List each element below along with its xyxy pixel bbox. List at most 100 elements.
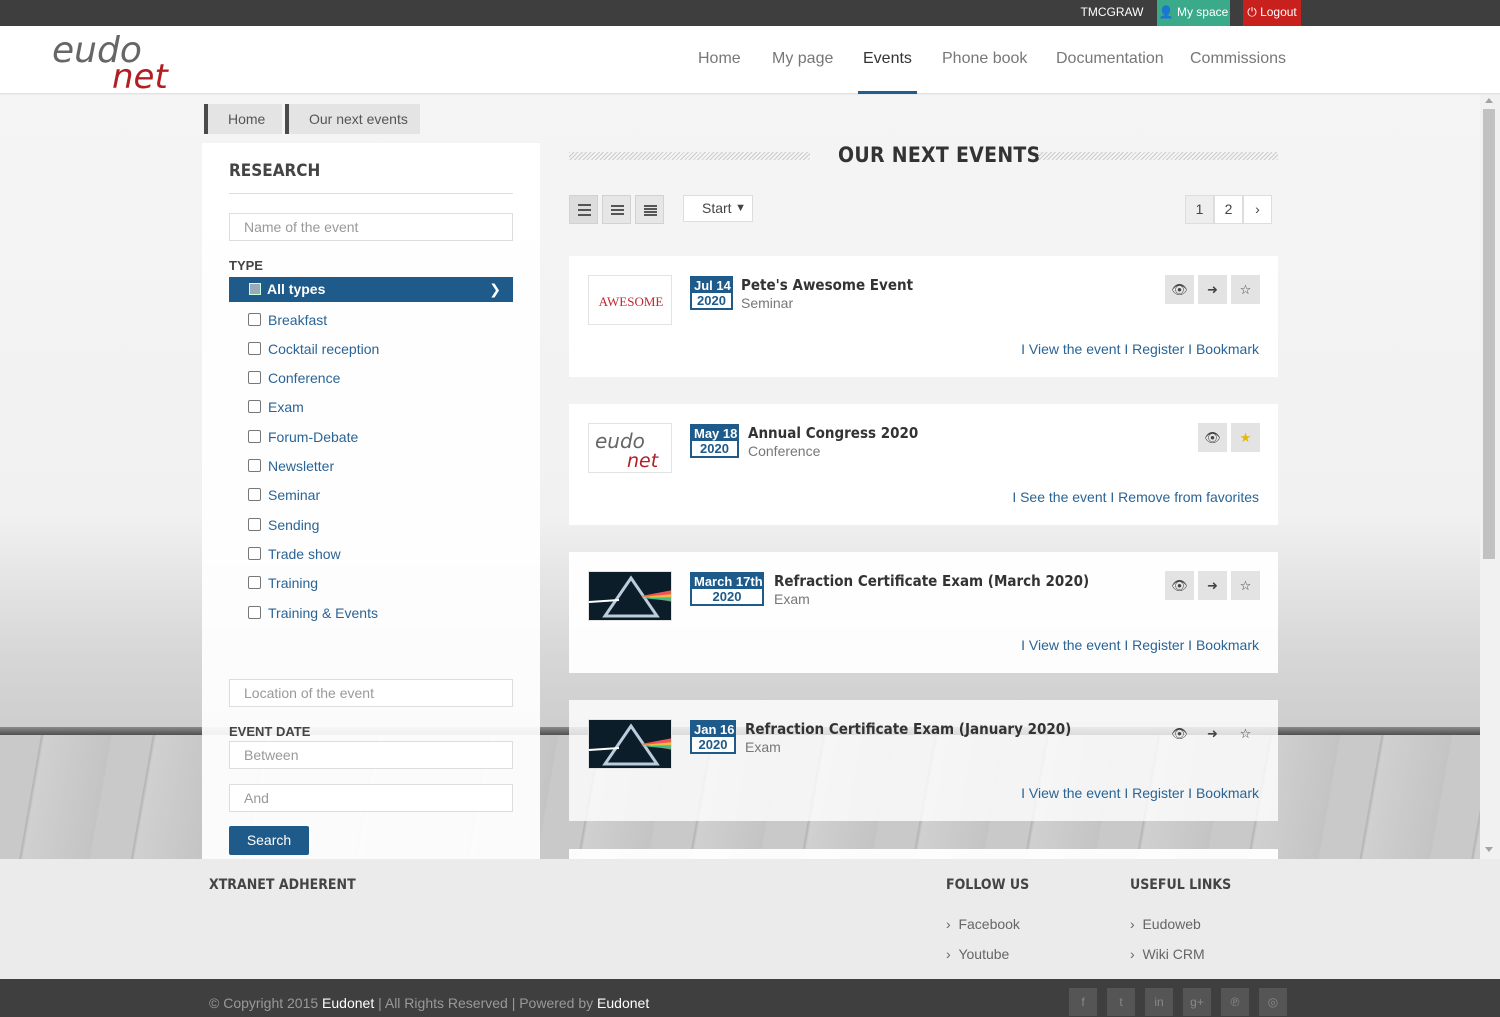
view-eye-icon[interactable]: 👁 bbox=[1165, 275, 1194, 304]
bookmark-star-icon[interactable]: ☆ bbox=[1231, 571, 1260, 600]
breadcrumb-home[interactable]: Home bbox=[204, 104, 282, 134]
my-space-button[interactable]: 👤 My space bbox=[1157, 0, 1230, 26]
event-name[interactable]: Refraction Certificate Exam (January 202… bbox=[745, 720, 1071, 738]
eudonet-link[interactable]: Eudonet bbox=[322, 995, 374, 1011]
register-icon[interactable]: ➜ bbox=[1198, 571, 1227, 600]
type-trade-show[interactable]: Trade show bbox=[248, 544, 341, 564]
checkbox-checked-icon[interactable] bbox=[249, 283, 261, 295]
register-icon[interactable]: ➜ bbox=[1198, 719, 1227, 748]
view-list-button[interactable] bbox=[602, 195, 631, 224]
scroll-up-icon[interactable] bbox=[1485, 98, 1493, 103]
see-event-link[interactable]: See the event bbox=[1020, 489, 1106, 505]
eudoweb-link[interactable]: › Eudoweb bbox=[1130, 916, 1201, 932]
checkbox-icon[interactable] bbox=[248, 371, 261, 384]
logo[interactable]: eudo net bbox=[50, 28, 180, 97]
facebook-link[interactable]: › Facebook bbox=[946, 916, 1020, 932]
nav-commissions[interactable]: Commissions bbox=[1190, 26, 1286, 94]
view-compact-button[interactable] bbox=[635, 195, 664, 224]
event-thumbnail[interactable]: AWESOME bbox=[588, 275, 672, 325]
event-name[interactable]: Pete's Awesome Event bbox=[741, 276, 913, 294]
bookmarked-star-icon[interactable]: ★ bbox=[1231, 423, 1260, 452]
logout-button[interactable]: ⏻ Logout bbox=[1243, 0, 1301, 26]
date-between-input[interactable]: Between bbox=[229, 741, 513, 769]
event-thumbnail[interactable] bbox=[588, 571, 672, 621]
bookmark-link[interactable]: Bookmark bbox=[1196, 785, 1259, 801]
facebook-icon[interactable]: f bbox=[1069, 988, 1097, 1016]
type-exam[interactable]: Exam bbox=[248, 397, 304, 417]
remove-favorites-link[interactable]: Remove from favorites bbox=[1118, 489, 1259, 505]
page-1[interactable]: 1 bbox=[1185, 195, 1214, 224]
checkbox-icon[interactable] bbox=[248, 518, 261, 531]
view-detailed-list-button[interactable] bbox=[569, 195, 598, 224]
event-type: Exam bbox=[774, 591, 810, 607]
checkbox-icon[interactable] bbox=[248, 606, 261, 619]
linkedin-icon[interactable]: in bbox=[1145, 988, 1173, 1016]
eudonet-powered-link[interactable]: Eudonet bbox=[597, 995, 649, 1011]
googleplus-icon[interactable]: g+ bbox=[1183, 988, 1211, 1016]
event-name[interactable]: Refraction Certificate Exam (March 2020) bbox=[774, 572, 1089, 590]
view-eye-icon[interactable]: 👁 bbox=[1165, 719, 1194, 748]
event-card: March 17th 2020 Refraction Certificate E… bbox=[569, 552, 1278, 673]
checkbox-icon[interactable] bbox=[248, 313, 261, 326]
nav-documentation[interactable]: Documentation bbox=[1056, 26, 1164, 94]
pinterest-icon[interactable]: ℗ bbox=[1221, 988, 1249, 1016]
event-links: I View the event I Register I Bookmark bbox=[1021, 785, 1259, 801]
event-thumbnail[interactable] bbox=[588, 719, 672, 769]
checkbox-icon[interactable] bbox=[248, 430, 261, 443]
type-newsletter[interactable]: Newsletter bbox=[248, 456, 334, 476]
register-link[interactable]: Register bbox=[1132, 785, 1184, 801]
type-sending[interactable]: Sending bbox=[248, 515, 319, 535]
nav-my-page[interactable]: My page bbox=[772, 26, 833, 94]
view-event-link[interactable]: View the event bbox=[1029, 637, 1121, 653]
checkbox-icon[interactable] bbox=[248, 547, 261, 560]
view-event-link[interactable]: View the event bbox=[1029, 785, 1121, 801]
chevron-right-icon: › bbox=[946, 946, 959, 962]
event-name-input[interactable]: Name of the event bbox=[229, 213, 513, 241]
type-forum-debate[interactable]: Forum-Debate bbox=[248, 427, 358, 447]
nav-home[interactable]: Home bbox=[698, 26, 741, 94]
checkbox-icon[interactable] bbox=[248, 576, 261, 589]
page-2[interactable]: 2 bbox=[1214, 195, 1243, 224]
all-types-option[interactable]: All types ❯ bbox=[229, 277, 513, 302]
page-scrollbar[interactable] bbox=[1480, 95, 1500, 859]
type-seminar[interactable]: Seminar bbox=[248, 485, 320, 505]
bookmark-link[interactable]: Bookmark bbox=[1196, 637, 1259, 653]
search-button[interactable]: Search bbox=[229, 826, 309, 855]
twitter-icon[interactable]: t bbox=[1107, 988, 1135, 1016]
event-location-input[interactable]: Location of the event bbox=[229, 679, 513, 707]
date-and-input[interactable]: And bbox=[229, 784, 513, 812]
scroll-thumb[interactable] bbox=[1483, 109, 1495, 559]
bookmark-star-icon[interactable]: ☆ bbox=[1231, 719, 1260, 748]
youtube-link[interactable]: › Youtube bbox=[946, 946, 1009, 962]
view-eye-icon[interactable]: 👁 bbox=[1198, 423, 1227, 452]
type-conference[interactable]: Conference bbox=[248, 368, 340, 388]
top-bar: TMCGRAW 👤 My space ⏻ Logout bbox=[0, 0, 1500, 26]
type-training[interactable]: Training bbox=[248, 573, 318, 593]
checkbox-icon[interactable] bbox=[248, 459, 261, 472]
register-link[interactable]: Register bbox=[1132, 637, 1184, 653]
username[interactable]: TMCGRAW bbox=[1072, 0, 1152, 26]
page-next[interactable]: › bbox=[1243, 195, 1272, 224]
register-link[interactable]: Register bbox=[1132, 341, 1184, 357]
checkbox-icon[interactable] bbox=[248, 488, 261, 501]
scroll-down-icon[interactable] bbox=[1485, 847, 1493, 852]
dribbble-icon[interactable]: ◎ bbox=[1259, 988, 1287, 1016]
checkbox-icon[interactable] bbox=[248, 400, 261, 413]
chevron-right-icon: › bbox=[1130, 916, 1143, 932]
event-name[interactable]: Annual Congress 2020 bbox=[748, 424, 918, 442]
view-eye-icon[interactable]: 👁 bbox=[1165, 571, 1194, 600]
register-icon[interactable]: ➜ bbox=[1198, 275, 1227, 304]
bookmark-link[interactable]: Bookmark bbox=[1196, 341, 1259, 357]
checkbox-icon[interactable] bbox=[248, 342, 261, 355]
nav-phone-book[interactable]: Phone book bbox=[942, 26, 1027, 94]
nav-events[interactable]: Events bbox=[858, 26, 917, 94]
title-decoration-left bbox=[569, 152, 810, 160]
view-event-link[interactable]: View the event bbox=[1029, 341, 1121, 357]
bookmark-star-icon[interactable]: ☆ bbox=[1231, 275, 1260, 304]
type-breakfast[interactable]: Breakfast bbox=[248, 310, 327, 330]
sort-select[interactable]: Start ▼ bbox=[683, 195, 753, 222]
type-cocktail-reception[interactable]: Cocktail reception bbox=[248, 339, 379, 359]
wiki-crm-link[interactable]: › Wiki CRM bbox=[1130, 946, 1205, 962]
event-thumbnail[interactable]: eudo net bbox=[588, 423, 672, 473]
type-training-events[interactable]: Training & Events bbox=[248, 603, 378, 623]
